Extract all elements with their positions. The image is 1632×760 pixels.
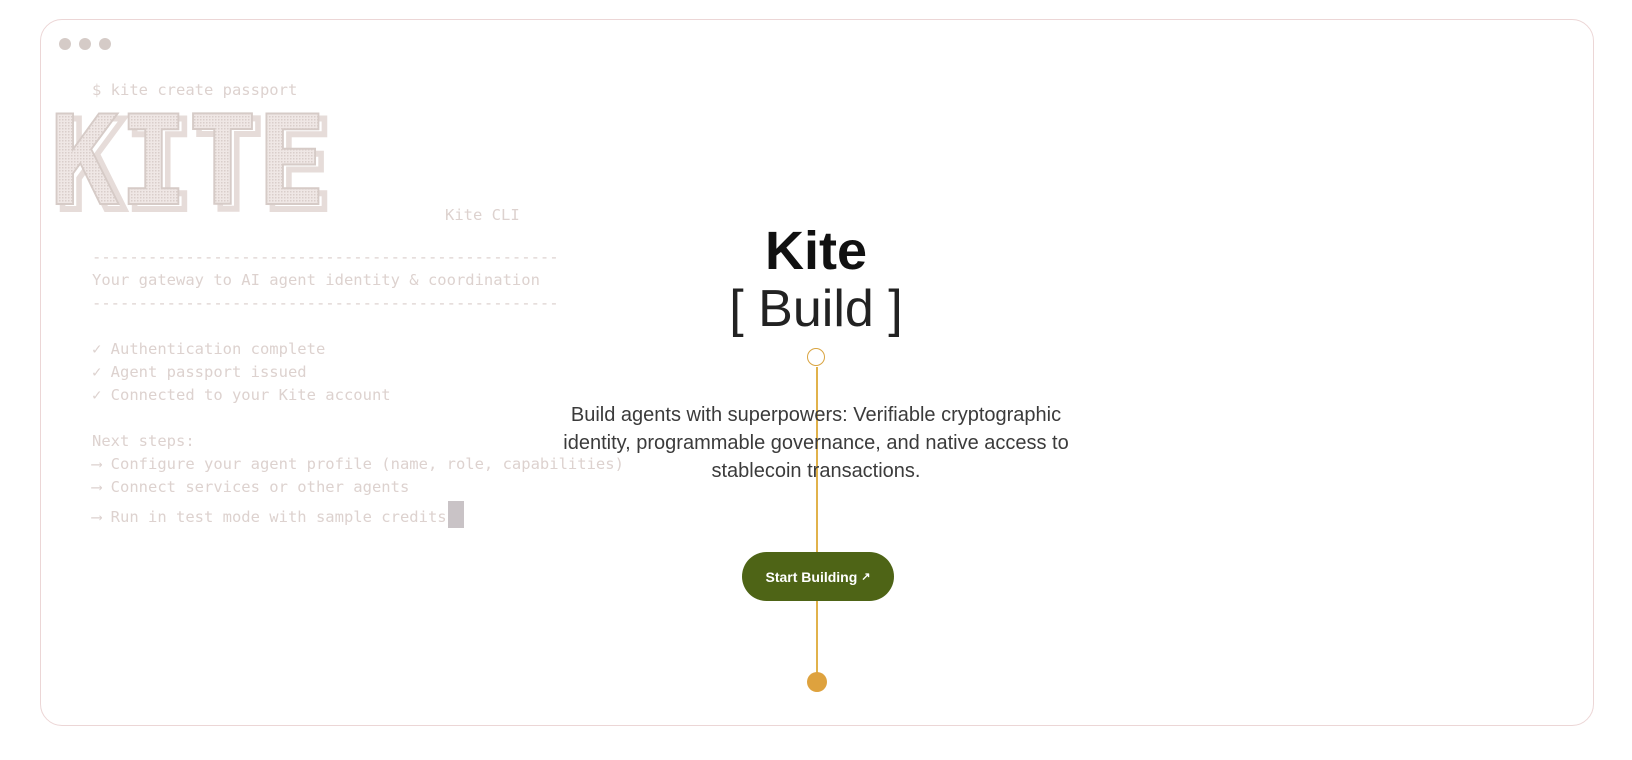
hero-subtitle: [ Build ]	[729, 280, 903, 338]
arrow-up-right-icon: ↗	[861, 571, 871, 583]
start-building-label: Start Building	[765, 568, 858, 585]
timeline-node-end-icon	[807, 672, 827, 692]
start-building-button[interactable]: Start Building ↗	[742, 552, 894, 601]
hero-description: Build agents with superpowers: Verifiabl…	[563, 404, 1069, 482]
timeline-node-start-icon	[807, 348, 825, 366]
hero-title: Kite	[764, 221, 867, 281]
hero-section: Kite [ Build ] Build agents with superpo…	[0, 0, 1632, 760]
